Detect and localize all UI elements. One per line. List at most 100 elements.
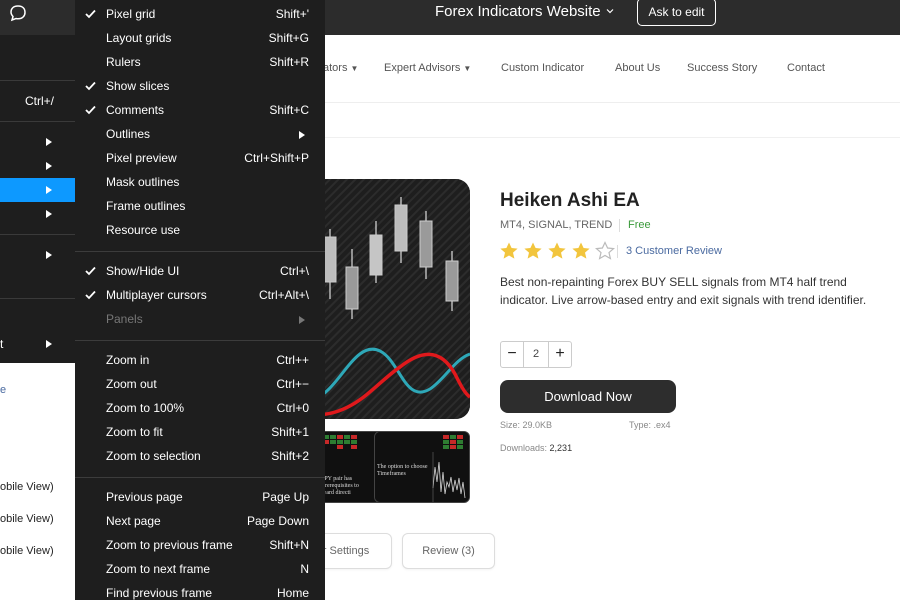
menu-item-mask-outlines[interactable]: Mask outlines (75, 171, 325, 195)
ask-to-edit-button[interactable]: Ask to edit (637, 0, 716, 26)
menu-item-next-page[interactable]: Next page Page Down (75, 510, 325, 534)
chevron-down-icon[interactable] (606, 7, 614, 15)
nav-item-about-us[interactable]: About Us (615, 62, 660, 74)
menu-item-zoom-to-fit[interactable]: Zoom to fit Shift+1 (75, 421, 325, 445)
menu-item-shortcut: Ctrl+− (276, 377, 309, 391)
menu-shortcut[interactable]: Ctrl+/ (25, 94, 54, 108)
nav-item-success-story[interactable]: Success Story (687, 62, 757, 74)
customer-review-link[interactable]: 3 Customer Review (626, 245, 722, 257)
menu-item-rulers[interactable]: Rulers Shift+R (75, 51, 325, 75)
submenu-arrow-icon[interactable] (46, 210, 52, 218)
menu-item-shortcut: Shift+C (269, 103, 309, 117)
submenu-arrow-icon[interactable] (46, 251, 52, 259)
menu-item-resource-use[interactable]: Resource use (75, 219, 325, 243)
menu-separator (75, 477, 325, 478)
star-filled-icon (524, 242, 542, 259)
menu-item-label: Zoom to fit (106, 425, 163, 439)
menu-item-pixel-grid[interactable]: Pixel grid Shift+' (75, 3, 325, 27)
star-filled-icon (500, 242, 518, 259)
menu-item-shortcut: Shift+R (269, 55, 309, 69)
menu-item-label: Resource use (106, 223, 181, 237)
menu-item-pixel-preview[interactable]: Pixel preview Ctrl+Shift+P (75, 147, 325, 171)
submenu-arrow-icon[interactable] (46, 340, 52, 348)
price-label: Free (628, 219, 651, 231)
menu-item-shortcut: Ctrl+\ (279, 264, 309, 278)
file-type: Type: .ex4 (629, 420, 671, 430)
nav-item-indicators[interactable]: ators ▼ (323, 62, 358, 74)
menu-separator (75, 340, 325, 341)
menu-item-zoom-to-100[interactable]: Zoom to 100% Ctrl+0 (75, 397, 325, 421)
file-title[interactable]: Forex Indicators Website (435, 3, 601, 21)
product-thumbnail-2[interactable]: The option to choose Timeframes (374, 431, 470, 503)
page-list-item[interactable]: obile View) (0, 513, 54, 525)
decrement-button[interactable]: − (501, 342, 523, 367)
menu-item-label: Find previous frame (106, 586, 213, 600)
menu-item-shortcut: Page Up (262, 490, 309, 504)
menu-item-zoom-to-previous-frame[interactable]: Zoom to previous frame Shift+N (75, 534, 325, 558)
menu-item-zoom-in[interactable]: Zoom in Ctrl++ (75, 349, 325, 373)
star-empty-icon (595, 241, 615, 260)
menu-item-label: Pixel grid (106, 7, 156, 21)
page-list-item[interactable]: obile View) (0, 545, 54, 557)
menu-item-show-hide-ui[interactable]: Show/Hide UI Ctrl+\ (75, 260, 325, 284)
page-link[interactable]: e (0, 384, 6, 396)
menu-item-multiplayer-cursors[interactable]: Multiplayer cursors Ctrl+Alt+\ (75, 284, 325, 308)
menu-item-shortcut: N (300, 562, 309, 576)
menu-item-shortcut: Ctrl+Shift+P (244, 151, 309, 165)
menu-item-comments[interactable]: Comments Shift+C (75, 99, 325, 123)
submenu-arrow-icon (299, 316, 305, 324)
nav-item-custom-indicator[interactable]: Custom Indicator (501, 62, 584, 74)
menu-item-label: Frame outlines (106, 199, 186, 213)
submenu-arrow-icon[interactable] (46, 186, 52, 194)
menu-item-shortcut: Ctrl++ (276, 353, 309, 367)
menu-item-panels[interactable]: Panels (75, 308, 325, 332)
separator (0, 121, 75, 122)
tab-review[interactable]: Review (3) (402, 533, 495, 569)
page-list-item[interactable]: obile View) (0, 481, 54, 493)
menu-item-zoom-out[interactable]: Zoom out Ctrl+− (75, 373, 325, 397)
menu-item-label: Previous page (106, 490, 183, 504)
menu-item-label: Comments (106, 103, 165, 117)
download-now-button[interactable]: Download Now (500, 380, 676, 413)
menu-item-frame-outlines[interactable]: Frame outlines (75, 195, 325, 219)
menu-item-label: Panels (106, 312, 143, 326)
menu-item-shortcut: Shift+2 (271, 449, 309, 463)
thumbnail-caption: The option to choose Timeframes (377, 464, 428, 477)
submenu-arrow-icon[interactable] (46, 138, 52, 146)
menu-item-shortcut: Shift+N (269, 538, 309, 552)
menu-item-label: Show/Hide UI (106, 264, 180, 278)
increment-button[interactable]: + (549, 342, 571, 367)
file-size: Size: 29.0KB (500, 420, 553, 430)
nav-item-contact[interactable]: Contact (787, 62, 825, 74)
nav-item-expert-advisors[interactable]: Expert Advisors ▼ (384, 62, 471, 74)
menu-item-zoom-to-selection[interactable]: Zoom to selection Shift+2 (75, 445, 325, 469)
downloads-count: Downloads: 2,231 (500, 443, 573, 453)
product-description: Best non-repainting Forex BUY SELL signa… (500, 275, 867, 307)
menu-item-show-slices[interactable]: Show slices (75, 75, 325, 99)
checkmark-icon (85, 9, 96, 19)
highlighted-menu-item[interactable] (0, 178, 75, 202)
checkmark-icon (85, 81, 96, 91)
menu-item-label: Layout grids (106, 31, 172, 45)
quantity-input[interactable]: 2 (523, 342, 549, 367)
menu-item-label: Zoom to 100% (106, 401, 185, 415)
menu-item-shortcut: Shift+' (275, 7, 309, 21)
separator (0, 80, 75, 81)
menu-item-previous-page[interactable]: Previous page Page Up (75, 486, 325, 510)
comment-icon[interactable] (8, 3, 28, 23)
main-menu-panel: Ctrl+/ t (0, 35, 75, 363)
menu-item-label: Pixel preview (106, 151, 177, 165)
menu-item-label[interactable]: t (0, 337, 3, 351)
checkmark-icon (85, 266, 96, 276)
menu-item-zoom-to-next-frame[interactable]: Zoom to next frame N (75, 558, 325, 582)
submenu-arrow-icon[interactable] (46, 162, 52, 170)
menu-item-outlines[interactable]: Outlines (75, 123, 325, 147)
separator (617, 245, 618, 258)
menu-item-find-previous-frame[interactable]: Find previous frame Home (75, 582, 325, 600)
menu-item-shortcut: Home (276, 586, 309, 600)
menu-item-layout-grids[interactable]: Layout grids Shift+G (75, 27, 325, 51)
product-tags[interactable]: MT4, SIGNAL, TREND (500, 219, 612, 231)
menu-item-label: Rulers (106, 55, 141, 69)
menu-item-label: Multiplayer cursors (106, 288, 207, 302)
menu-item-shortcut: Shift+1 (271, 425, 309, 439)
